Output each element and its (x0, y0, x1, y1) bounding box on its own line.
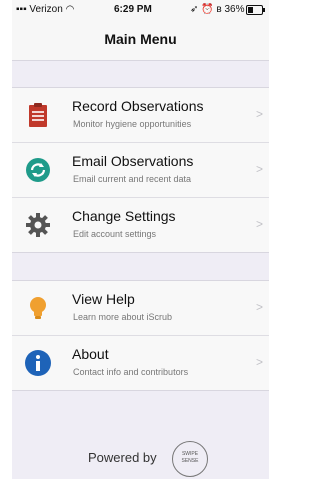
bluetooth-icon: ʙ (216, 4, 222, 15)
chevron-right-icon: > (256, 162, 264, 176)
chevron-right-icon: > (256, 217, 264, 231)
info-icon (25, 350, 51, 376)
page-title: Main Menu (104, 31, 177, 47)
screenshot-border (269, 0, 275, 479)
clipboard-icon (29, 103, 47, 127)
chevron-right-icon: > (256, 300, 264, 314)
email-sync-icon (26, 158, 50, 182)
menu-item-subtitle: Email current and recent data (73, 174, 192, 184)
menu-item-record-observations[interactable]: Record Observations Monitor hygiene oppo… (12, 88, 269, 143)
wifi-icon: ◠ (65, 4, 75, 15)
menu-item-label: About (72, 346, 109, 362)
menu-item-label: Email Observations (72, 153, 194, 169)
menu-item-label: View Help (72, 291, 135, 307)
status-right: ➶ ⏰ ʙ 36% (190, 4, 245, 15)
menu-group-main: Record Observations Monitor hygiene oppo… (12, 87, 269, 253)
lightbulb-icon (30, 297, 46, 319)
menu-item-change-settings[interactable]: Change Settings Edit account settings > (12, 198, 269, 252)
logo-text-line-1: SWIPE (181, 451, 199, 457)
phone-screen: ▪▪▪ Verizon ◠ 6:29 PM ➶ ⏰ ʙ 36% Main Men… (12, 0, 269, 479)
signal-icon: ▪▪▪ (16, 4, 27, 15)
menu-item-email-observations[interactable]: Email Observations Email current and rec… (12, 143, 269, 198)
menu-item-subtitle: Learn more about iScrub (73, 312, 173, 322)
menu-item-label: Change Settings (72, 208, 176, 224)
status-bar: ▪▪▪ Verizon ◠ 6:29 PM ➶ ⏰ ʙ 36% (12, 0, 269, 20)
footer: Powered by SWIPE SENSE (12, 435, 269, 477)
battery-icon (246, 5, 265, 15)
powered-by-label: Powered by (88, 450, 157, 465)
menu-item-view-help[interactable]: View Help Learn more about iScrub > (12, 281, 269, 336)
swipesense-logo: SWIPE SENSE (172, 441, 208, 477)
battery-percent: 36% (224, 4, 245, 15)
menu-item-about[interactable]: About Contact info and contributors > (12, 336, 269, 390)
carrier-label: ▪▪▪ Verizon ◠ (16, 4, 75, 15)
menu-item-subtitle: Contact info and contributors (73, 367, 189, 377)
location-icon: ➶ (190, 4, 199, 15)
menu-group-info: View Help Learn more about iScrub > Abou… (12, 280, 269, 391)
menu-item-label: Record Observations (72, 98, 204, 114)
navigation-bar: Main Menu (12, 20, 269, 61)
alarm-icon: ⏰ (201, 4, 214, 15)
chevron-right-icon: > (256, 107, 264, 121)
chevron-right-icon: > (256, 355, 264, 369)
menu-item-subtitle: Edit account settings (73, 229, 157, 239)
gear-icon (26, 213, 50, 237)
status-time: 6:29 PM (114, 4, 152, 15)
menu-item-subtitle: Monitor hygiene opportunities (73, 119, 192, 129)
logo-text-line-2: SENSE (181, 458, 199, 464)
